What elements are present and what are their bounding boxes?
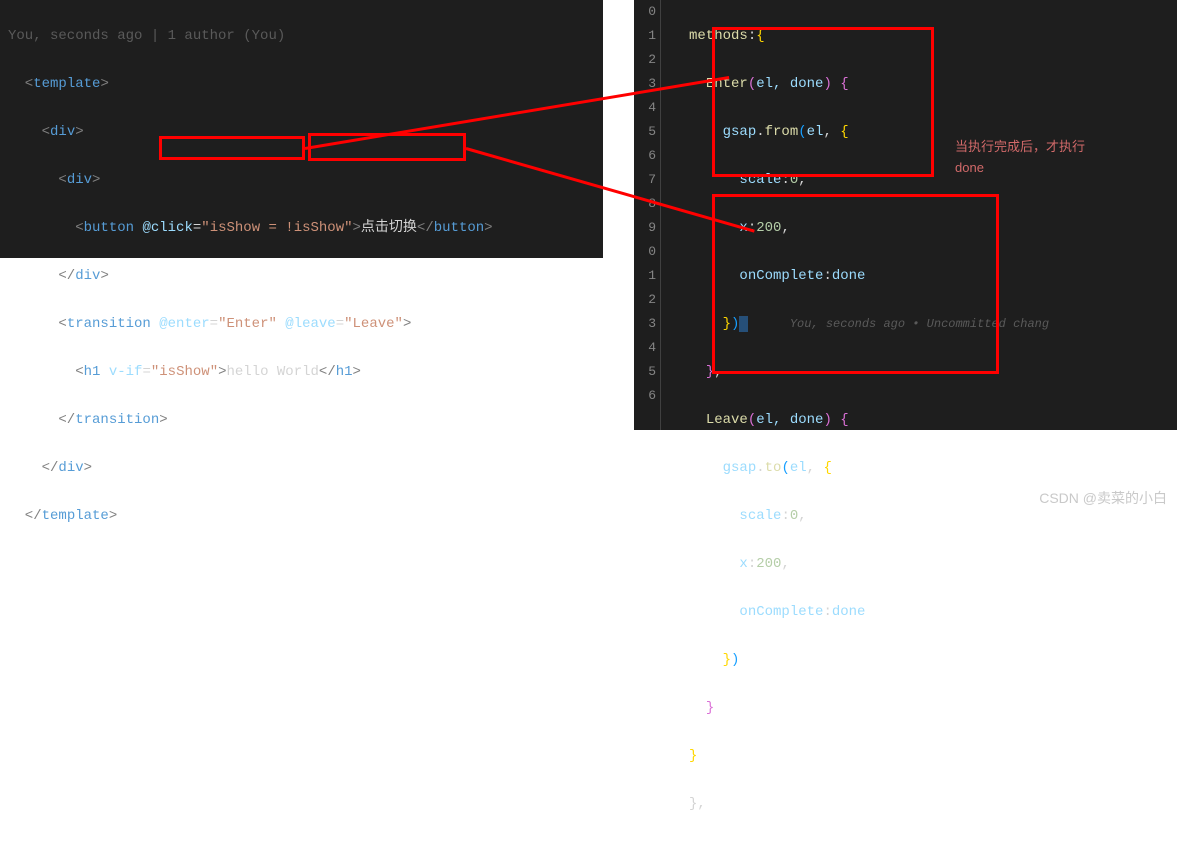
code-content-left[interactable]: You, seconds ago | 1 author (You) <templ… xyxy=(8,0,493,576)
highlight-box-leave-attr xyxy=(308,133,466,161)
annotation-text-1: 当执行完成后，才执行 xyxy=(955,136,1085,155)
highlight-box-leave-fn xyxy=(712,194,999,374)
highlight-box-enter-fn xyxy=(712,27,934,177)
git-blame-header: You, seconds ago | 1 author (You) xyxy=(8,24,493,48)
watermark: CSDN @卖菜的小白 xyxy=(1039,488,1167,508)
annotation-text-2: done xyxy=(955,160,984,175)
code-editor-left: You, seconds ago | 1 author (You) <templ… xyxy=(0,0,603,258)
editor-ruler xyxy=(660,0,661,430)
highlight-box-enter-attr xyxy=(159,136,305,160)
